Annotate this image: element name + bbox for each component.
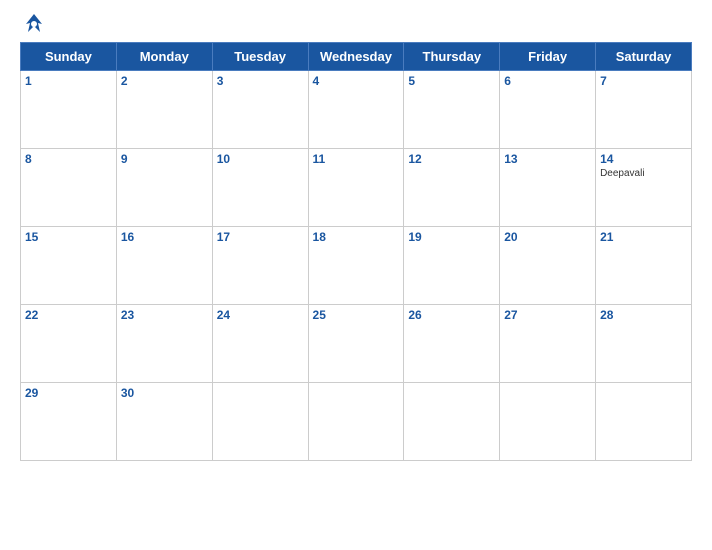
calendar-cell: 12	[404, 149, 500, 227]
day-number: 4	[313, 74, 400, 88]
day-number: 5	[408, 74, 495, 88]
day-number: 17	[217, 230, 304, 244]
day-number: 13	[504, 152, 591, 166]
calendar-cell: 3	[212, 71, 308, 149]
logo-bird-icon	[20, 10, 48, 38]
day-number: 28	[600, 308, 687, 322]
calendar-cell: 27	[500, 305, 596, 383]
calendar-cell: 28	[596, 305, 692, 383]
day-number: 23	[121, 308, 208, 322]
calendar-week-row: 29 30	[21, 383, 692, 461]
day-number: 26	[408, 308, 495, 322]
calendar-cell: 11	[308, 149, 404, 227]
calendar-week-row: 22 23 24 25 26 27 28	[21, 305, 692, 383]
calendar-week-row: 1234567	[21, 71, 692, 149]
calendar-table: SundayMondayTuesdayWednesdayThursdayFrid…	[20, 42, 692, 461]
calendar-cell	[500, 383, 596, 461]
calendar-cell: 7	[596, 71, 692, 149]
calendar-cell: 4	[308, 71, 404, 149]
day-number: 27	[504, 308, 591, 322]
logo	[20, 10, 52, 38]
day-number: 14	[600, 152, 687, 166]
calendar-cell	[308, 383, 404, 461]
calendar-cell: 2	[116, 71, 212, 149]
calendar-cell: 21	[596, 227, 692, 305]
calendar-cell: 24	[212, 305, 308, 383]
day-number: 29	[25, 386, 112, 400]
day-number: 10	[217, 152, 304, 166]
day-number: 20	[504, 230, 591, 244]
day-number: 16	[121, 230, 208, 244]
calendar-cell	[404, 383, 500, 461]
calendar-header	[20, 10, 692, 38]
day-number: 6	[504, 74, 591, 88]
calendar-cell: 25	[308, 305, 404, 383]
calendar-cell: 30	[116, 383, 212, 461]
weekday-header-row: SundayMondayTuesdayWednesdayThursdayFrid…	[21, 43, 692, 71]
calendar-cell: 9	[116, 149, 212, 227]
calendar-cell: 8	[21, 149, 117, 227]
calendar-cell: 18	[308, 227, 404, 305]
calendar-cell: 6	[500, 71, 596, 149]
calendar-cell: 1	[21, 71, 117, 149]
calendar-cell	[212, 383, 308, 461]
event-label: Deepavali	[600, 168, 687, 179]
day-number: 15	[25, 230, 112, 244]
calendar-cell: 20	[500, 227, 596, 305]
calendar-cell: 15	[21, 227, 117, 305]
calendar-cell: 19	[404, 227, 500, 305]
day-number: 12	[408, 152, 495, 166]
day-number: 30	[121, 386, 208, 400]
calendar-cell: 23	[116, 305, 212, 383]
calendar-cell: 13	[500, 149, 596, 227]
day-number: 1	[25, 74, 112, 88]
weekday-header-saturday: Saturday	[596, 43, 692, 71]
calendar-cell: 22	[21, 305, 117, 383]
calendar-cell: 14 Deepavali	[596, 149, 692, 227]
weekday-header-wednesday: Wednesday	[308, 43, 404, 71]
calendar-week-row: 89 10 11 12 13 14 Deepavali	[21, 149, 692, 227]
calendar-cell: 29	[21, 383, 117, 461]
weekday-header-thursday: Thursday	[404, 43, 500, 71]
day-number: 19	[408, 230, 495, 244]
calendar-cell: 5	[404, 71, 500, 149]
day-number: 2	[121, 74, 208, 88]
day-number: 21	[600, 230, 687, 244]
calendar-week-row: 15 16 17 18 19 20 21	[21, 227, 692, 305]
weekday-header-friday: Friday	[500, 43, 596, 71]
day-number: 24	[217, 308, 304, 322]
day-number: 9	[121, 152, 208, 166]
day-number: 22	[25, 308, 112, 322]
calendar-cell	[596, 383, 692, 461]
calendar-cell: 16	[116, 227, 212, 305]
calendar-cell: 10	[212, 149, 308, 227]
day-number: 11	[313, 152, 400, 166]
calendar-cell: 17	[212, 227, 308, 305]
weekday-header-monday: Monday	[116, 43, 212, 71]
day-number: 18	[313, 230, 400, 244]
weekday-header-tuesday: Tuesday	[212, 43, 308, 71]
day-number: 8	[25, 152, 112, 166]
calendar-cell: 26	[404, 305, 500, 383]
weekday-header-sunday: Sunday	[21, 43, 117, 71]
day-number: 7	[600, 74, 687, 88]
day-number: 25	[313, 308, 400, 322]
day-number: 3	[217, 74, 304, 88]
